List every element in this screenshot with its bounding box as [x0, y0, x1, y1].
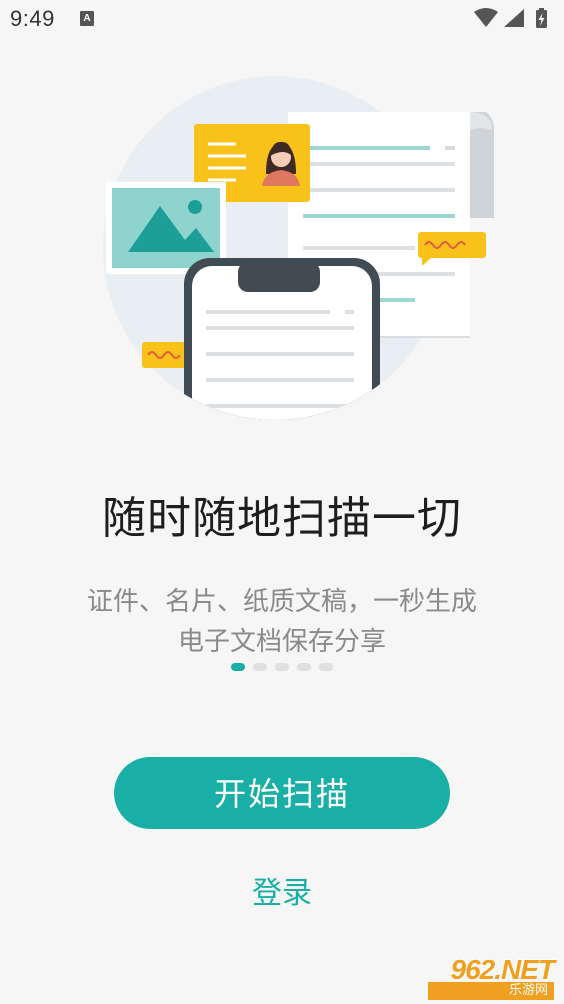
notification-a-icon: A [80, 11, 94, 26]
subtitle-line-1: 证件、名片、纸质文稿，一秒生成 [86, 587, 477, 617]
page-dot[interactable] [297, 663, 311, 671]
status-time: 9:49 [10, 6, 55, 31]
scan-illustration [103, 76, 494, 420]
site-watermark-logo: 962.NET 乐游网 [424, 954, 558, 1000]
page-dot[interactable] [253, 663, 267, 671]
page-dot[interactable] [319, 663, 333, 671]
phone-icon [184, 258, 380, 420]
page-dot-active[interactable] [231, 663, 245, 671]
signal-icon [504, 9, 524, 27]
wifi-icon [474, 8, 498, 27]
page-indicator[interactable] [0, 663, 564, 673]
page-dot[interactable] [275, 663, 289, 671]
watermark-sub: 乐游网 [428, 982, 554, 1000]
start-scan-button[interactable]: 开始扫描 [114, 757, 450, 829]
subtitle-line-2: 电子文档保存分享 [177, 627, 386, 657]
battery-charging-icon [536, 8, 547, 28]
login-link[interactable]: 登录 [0, 868, 564, 912]
onboarding-title: 随时随地扫描一切 [102, 493, 462, 544]
onboarding-subtitle: 证件、名片、纸质文稿，一秒生成 电子文档保存分享 [62, 582, 502, 662]
status-bar: 9:49 A [0, 0, 564, 38]
status-icons [474, 8, 547, 28]
